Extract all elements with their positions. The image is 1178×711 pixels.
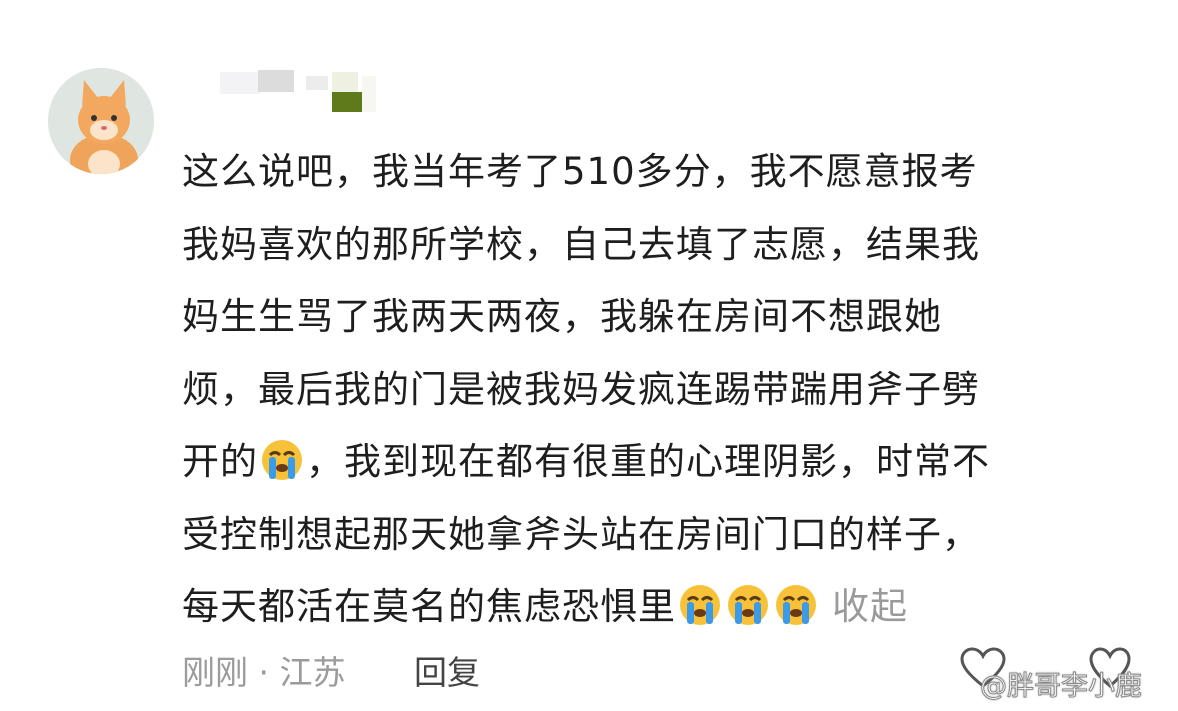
comment-line: 妈生生骂了我两天两夜，我躲在房间不想跟她 <box>182 295 942 338</box>
comment-segment: ，我到现在都有很重的心理阴影，时常不 <box>306 440 990 483</box>
comment-line: 每天都活在莫名的焦虑恐惧里 收起 <box>182 571 1142 644</box>
watermark: @胖哥李小鹿 <box>980 671 1143 703</box>
avatar[interactable] <box>48 68 154 174</box>
comment-line: 烦，最后我的门是被我妈发疯连踢带踹用斧子劈 <box>182 367 980 411</box>
comment-text: 这么说吧，我当年考了510多分，我不愿意报考 我妈喜欢的那所学校，自己去填了志愿… <box>182 136 1142 644</box>
comment-line: 我妈喜欢的那所学校，自己去填了志愿，结果我 <box>182 222 980 266</box>
crying-face-emoji <box>726 579 770 625</box>
comment-segment: 开的 <box>182 440 258 483</box>
comment-segment: 每天都活在莫名的焦虑恐惧里 <box>182 585 676 628</box>
comment-line: 开的 ，我到现在都有很重的心理阴影，时常不 <box>182 426 1142 499</box>
crying-face-emoji <box>774 579 818 625</box>
crying-face-emoji <box>678 579 722 625</box>
comment-line: 这么说吧，我当年考了510多分，我不愿意报考 <box>182 150 978 193</box>
comment-meta: 刚刚 · 江苏 <box>182 646 346 694</box>
separator: · <box>258 653 270 692</box>
username-redacted <box>220 66 390 116</box>
reply-button[interactable]: 回复 <box>414 646 480 694</box>
timestamp: 刚刚 <box>182 653 248 692</box>
comment-line: 受控制想起那天她拿斧头站在房间门口的样子， <box>182 512 980 556</box>
location: 江苏 <box>279 653 346 692</box>
crying-face-emoji <box>260 434 304 480</box>
cat-avatar-icon <box>48 68 154 174</box>
collapse-button[interactable]: 收起 <box>832 585 908 628</box>
